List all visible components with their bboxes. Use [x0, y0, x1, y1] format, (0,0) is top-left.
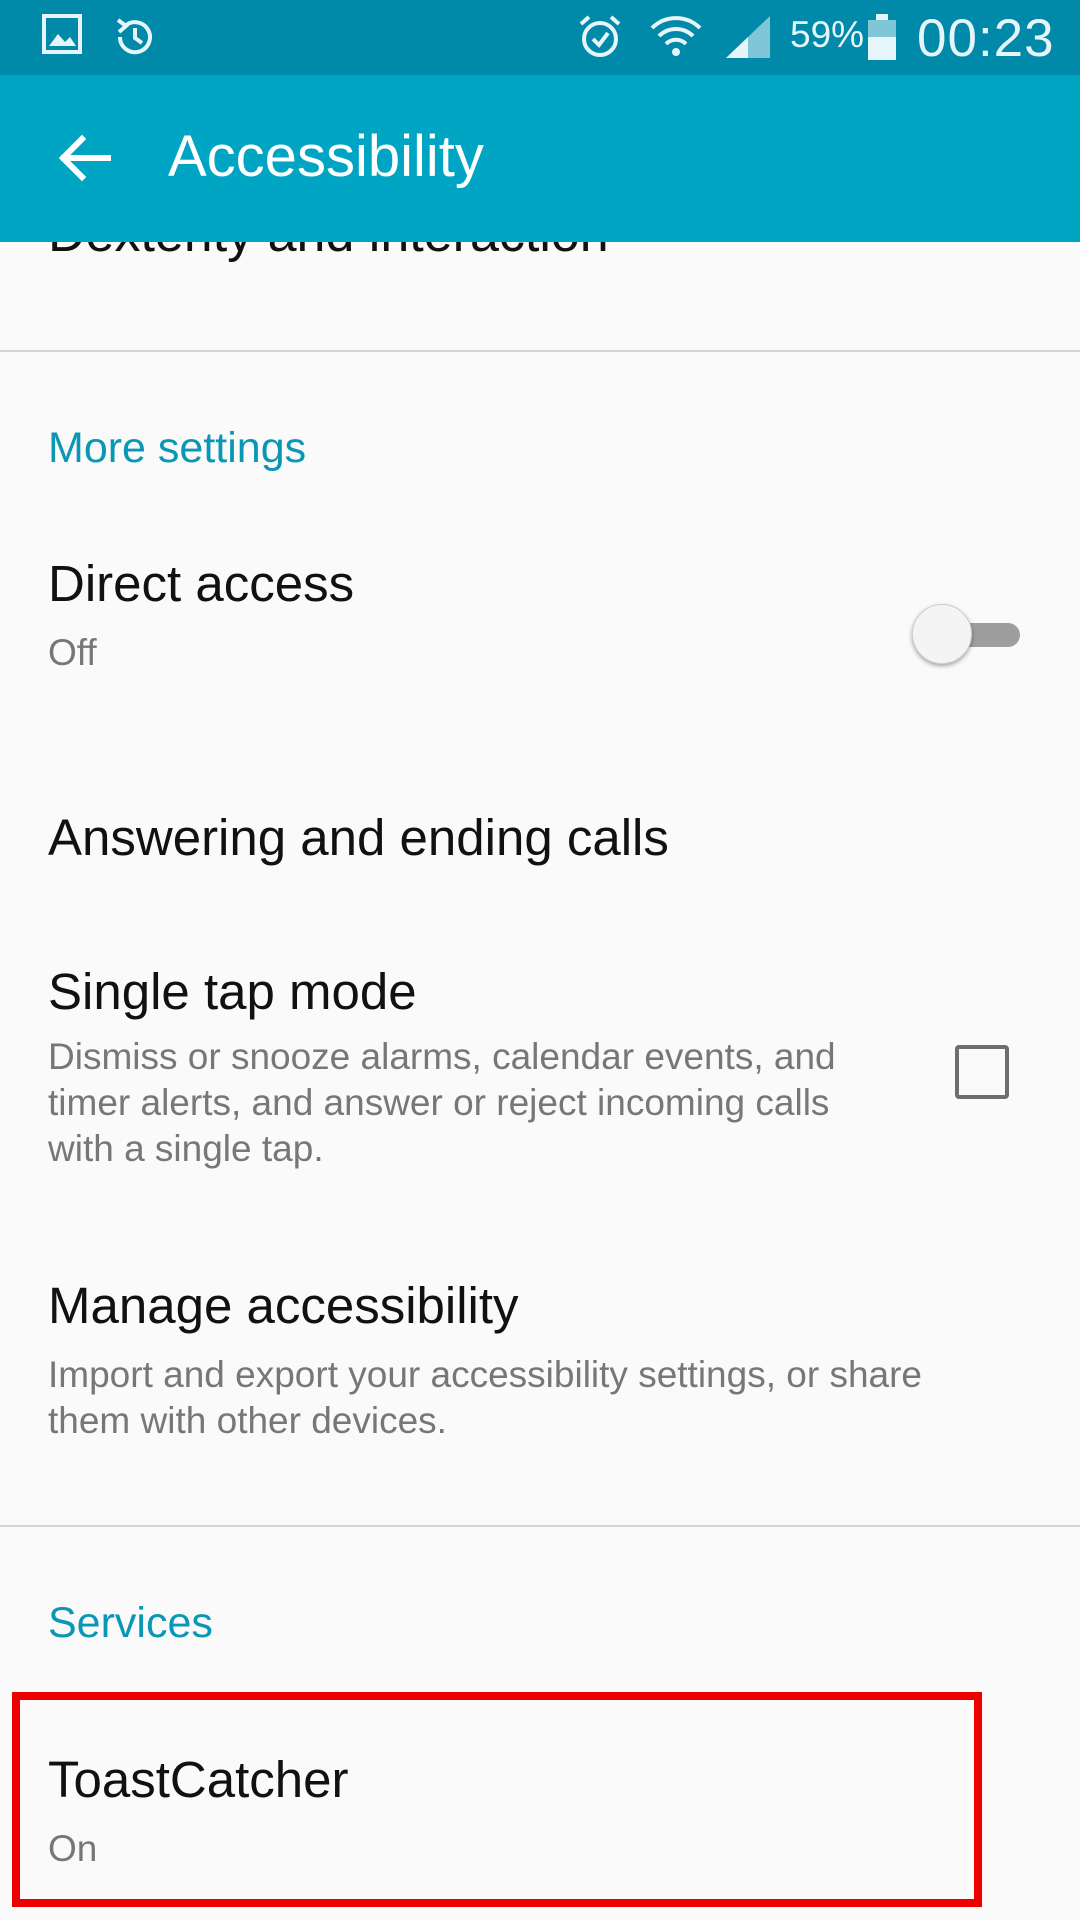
item-description-line: Dismiss or snooze alarms, calendar event… — [48, 1036, 836, 1077]
item-title: Direct access — [48, 555, 355, 612]
alarm-sync-icon — [110, 12, 160, 67]
list-item-answering-calls[interactable]: Answering and ending calls — [0, 772, 1080, 952]
signal-icon — [722, 12, 774, 67]
wifi-icon — [648, 12, 704, 67]
section-header-more-settings: More settings — [48, 424, 307, 472]
highlight-box — [12, 1692, 982, 1907]
item-description-line: with a single tap. — [48, 1128, 324, 1169]
list-item-manage-accessibility[interactable]: Manage accessibility Import and export y… — [0, 1252, 1080, 1482]
toggle-thumb — [912, 604, 972, 664]
item-subtitle: Off — [48, 632, 97, 673]
divider — [0, 350, 1080, 352]
battery-icon — [866, 12, 898, 67]
item-description-line: Import and export your accessibility set… — [48, 1354, 922, 1395]
status-clock: 00:23 — [917, 9, 1055, 68]
list-item-dexterity[interactable]: Dexterity and interaction — [48, 242, 609, 264]
item-description-line: them with other devices. — [48, 1400, 447, 1441]
alarm-icon — [575, 12, 625, 67]
direct-access-toggle[interactable] — [910, 600, 1025, 670]
divider — [0, 1525, 1080, 1527]
single-tap-checkbox[interactable] — [955, 1045, 1009, 1099]
battery-percent: 59% — [790, 14, 865, 55]
settings-list[interactable]: Dexterity and interaction More settings … — [0, 242, 1080, 1920]
item-title: Manage accessibility — [48, 1277, 519, 1334]
gallery-icon — [40, 12, 84, 61]
app-bar: Accessibility — [0, 75, 1080, 242]
item-description-line: timer alerts, and answer or reject incom… — [48, 1082, 830, 1123]
section-header-services: Services — [48, 1599, 213, 1647]
status-bar: 59% 00:23 — [0, 0, 1080, 75]
item-title: Single tap mode — [48, 963, 417, 1020]
arrow-left-icon[interactable] — [58, 133, 112, 188]
page-title: Accessibility — [168, 124, 484, 189]
item-title: Answering and ending calls — [48, 809, 669, 866]
